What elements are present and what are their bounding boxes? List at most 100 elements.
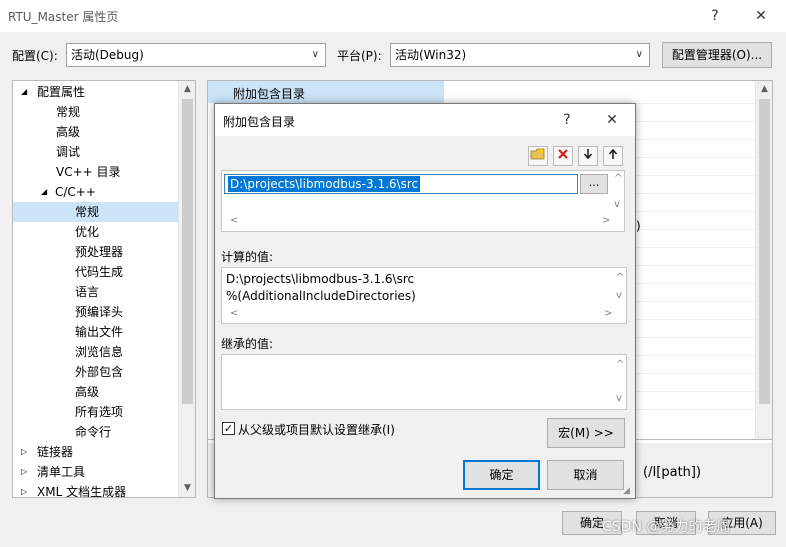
watermark-text: CSDN @努力的老周 <box>602 519 731 535</box>
move-down-icon[interactable] <box>578 146 598 166</box>
tree-item-label: 调试 <box>56 145 81 159</box>
entry-text[interactable]: D:\projects\libmodbus-3.1.6\src <box>228 176 421 192</box>
tree-item[interactable]: 优化 <box>13 222 179 242</box>
tree-item[interactable]: 常规 <box>13 102 179 122</box>
tree-item[interactable]: ▷ 链接器 <box>13 442 179 462</box>
expand-icon[interactable]: ▷ <box>21 442 27 462</box>
dialog-title: 附加包含目录 <box>223 115 296 129</box>
entry-edit-field[interactable]: D:\projects\libmodbus-3.1.6\src <box>224 174 578 194</box>
tree-item[interactable]: 所有选项 <box>13 402 179 422</box>
window-title: RTU_Master 属性页 <box>8 10 119 24</box>
tree-item-label: 所有选项 <box>75 405 124 419</box>
tree-item[interactable]: ▷ 清单工具 <box>13 462 179 482</box>
new-folder-icon[interactable] <box>528 146 548 166</box>
computed-value: %(AdditionalIncludeDirectories) <box>226 289 416 303</box>
close-button[interactable]: ✕ <box>748 4 774 28</box>
collapse-icon[interactable]: ◢ <box>21 82 27 102</box>
tree-item-label: 高级 <box>75 385 100 399</box>
macro-button[interactable]: 宏(M) >> <box>547 418 625 448</box>
tree-item-label: 配置属性 <box>37 85 86 99</box>
scroll-up-icon[interactable]: ^ <box>614 173 622 184</box>
inherited-values-label: 继承的值: <box>221 337 274 351</box>
tree-item-label: 预处理器 <box>75 245 124 259</box>
delete-icon[interactable] <box>553 146 573 166</box>
tree-item-label: XML 文档生成器 <box>37 485 127 498</box>
tree-item[interactable]: 常规 <box>13 202 179 222</box>
collapse-icon[interactable]: ◢ <box>41 182 47 202</box>
tree-scrollbar[interactable]: ▲ ▼ <box>178 81 195 497</box>
platform-select[interactable]: 活动(Win32) ∨ <box>390 43 650 67</box>
tree-item-label: 代码生成 <box>75 265 124 279</box>
scroll-down-icon[interactable]: ▼ <box>179 480 195 497</box>
help-button[interactable]: ? <box>702 4 728 28</box>
tree-item-label: 优化 <box>75 225 100 239</box>
inherited-values-box: ^ v <box>221 354 627 410</box>
computed-value: D:\projects\libmodbus-3.1.6\src <box>226 272 415 286</box>
scroll-thumb[interactable] <box>759 99 770 404</box>
tree-item[interactable]: 语言 <box>13 282 179 302</box>
scroll-up-icon[interactable]: ▲ <box>179 81 195 98</box>
computed-values-label: 计算的值: <box>221 250 274 264</box>
config-select-value: 活动(Debug) <box>71 48 144 62</box>
scroll-up-icon[interactable]: ▲ <box>756 81 772 98</box>
tree-item-label: C/C++ <box>55 185 96 199</box>
tree-item-label: 浏览信息 <box>75 345 124 359</box>
entries-listbox[interactable]: D:\projects\libmodbus-3.1.6\src ... < > … <box>221 170 625 232</box>
tree-item[interactable]: ◢ C/C++ <box>13 182 179 202</box>
tree-item[interactable]: 浏览信息 <box>13 342 179 362</box>
tree-item-label: 命令行 <box>75 425 112 439</box>
config-manager-button[interactable]: 配置管理器(O)... <box>662 42 772 68</box>
tree-item[interactable]: ▷ XML 文档生成器 <box>13 482 179 498</box>
inherit-checkbox[interactable]: ✓ <box>222 422 235 435</box>
scroll-right-icon[interactable]: > <box>602 215 610 226</box>
browse-button[interactable]: ... <box>580 174 608 194</box>
config-select[interactable]: 活动(Debug) ∨ <box>66 43 326 67</box>
dialog-ok-button[interactable]: 确定 <box>463 460 540 490</box>
dialog-cancel-button[interactable]: 取消 <box>547 460 624 490</box>
tree-item[interactable]: 外部包含 <box>13 362 179 382</box>
tree-item-label: 链接器 <box>37 445 74 459</box>
tree-item[interactable]: 预编译头 <box>13 302 179 322</box>
tree-item[interactable]: ◢ 配置属性 <box>13 82 179 102</box>
tree-item-label: 常规 <box>75 205 100 219</box>
move-up-icon[interactable] <box>603 146 623 166</box>
tree-item[interactable]: 高级 <box>13 382 179 402</box>
tree-item-label: 高级 <box>56 125 81 139</box>
tree-item[interactable]: 代码生成 <box>13 262 179 282</box>
scroll-down-icon[interactable]: v <box>614 199 620 210</box>
tree-item[interactable]: 输出文件 <box>13 322 179 342</box>
tree-item[interactable]: 高级 <box>13 122 179 142</box>
tree-item-label: 外部包含 <box>75 365 124 379</box>
config-label: 配置(C): <box>12 49 58 63</box>
platform-label: 平台(P): <box>337 49 382 63</box>
platform-select-value: 活动(Win32) <box>395 48 467 62</box>
tree-item-label: 常规 <box>56 105 81 119</box>
expand-icon[interactable]: ▷ <box>21 462 27 482</box>
tree-item-label: 预编译头 <box>75 305 124 319</box>
tree-item-label: VC++ 目录 <box>56 165 121 179</box>
scroll-thumb[interactable] <box>182 99 193 404</box>
resize-grip-icon[interactable]: ◢ <box>623 486 630 496</box>
scroll-right-icon[interactable]: > <box>604 308 612 319</box>
tree-item[interactable]: 预处理器 <box>13 242 179 262</box>
tree-item-label: 输出文件 <box>75 325 124 339</box>
scroll-up-icon[interactable]: ^ <box>616 359 624 370</box>
dialog-help-button[interactable]: ? <box>554 108 580 132</box>
chevron-down-icon: ∨ <box>635 49 643 60</box>
scroll-left-icon[interactable]: < <box>230 308 238 319</box>
tree-item[interactable]: 调试 <box>13 142 179 162</box>
expand-icon[interactable]: ▷ <box>21 482 27 497</box>
tree-item[interactable]: VC++ 目录 <box>13 162 179 182</box>
tree-item[interactable]: 命令行 <box>13 422 179 442</box>
computed-values-box: D:\projects\libmodbus-3.1.6\src %(Additi… <box>221 267 627 324</box>
scroll-up-icon[interactable]: ^ <box>616 272 624 283</box>
property-tree: ◢ 配置属性 常规 高级 调试 VC++ 目录 ◢ C/C++ 常规 优化 预处理器 代码生成 语言 预编… <box>12 80 196 498</box>
scroll-down-icon[interactable]: v <box>616 393 622 404</box>
dialog-close-button[interactable]: ✕ <box>599 108 625 132</box>
grid-scrollbar[interactable]: ▲ <box>755 81 772 439</box>
inherit-checkbox-label[interactable]: 从父级或项目默认设置继承(I) <box>238 421 395 438</box>
chevron-down-icon: ∨ <box>311 49 319 60</box>
description-switch: (/I[path]) <box>643 465 702 480</box>
scroll-down-icon[interactable]: v <box>616 290 622 301</box>
scroll-left-icon[interactable]: < <box>230 215 238 226</box>
